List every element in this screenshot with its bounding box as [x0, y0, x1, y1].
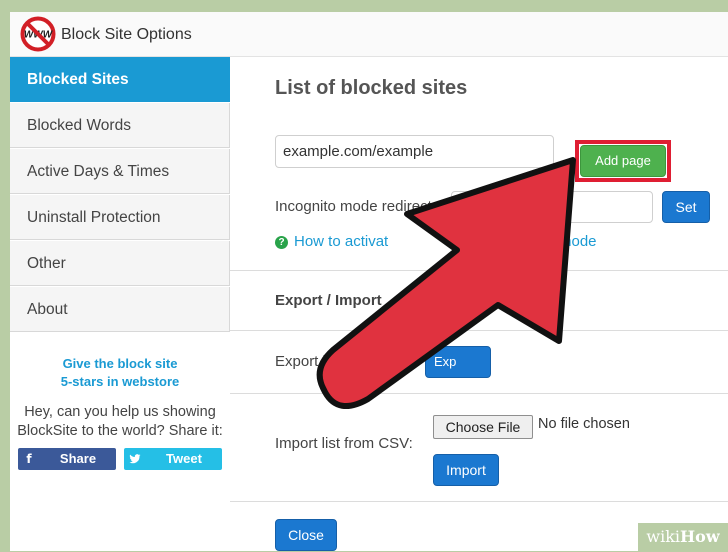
twitter-tweet-label: Tweet [166, 451, 202, 466]
share-prompt-line-2: BlockSite to the world? Share it: [17, 423, 223, 439]
set-button[interactable]: Set [662, 191, 710, 223]
sidebar-item-active-days-times[interactable]: Active Days & Times [10, 149, 230, 194]
section-divider [230, 330, 728, 331]
question-icon: ? [275, 236, 288, 249]
export-label: Export list to [275, 353, 358, 370]
site-url-input[interactable] [275, 135, 554, 168]
import-label: Import list from CSV: [275, 435, 413, 452]
close-button[interactable]: Close [275, 519, 337, 551]
watermark-wiki: wiki [646, 527, 681, 546]
no-file-chosen-text: No file chosen [538, 416, 630, 432]
incognito-redirect-input[interactable] [451, 191, 653, 223]
app-title: Block Site Options [61, 26, 192, 43]
help-link-start: How to activat [294, 233, 389, 250]
sidebar-item-about[interactable]: About [10, 287, 230, 332]
section-divider [230, 393, 728, 394]
incognito-help-link[interactable]: ? How to activat [275, 233, 388, 250]
main-panel: List of blocked sites Add page Incognito… [230, 57, 728, 551]
section-divider [230, 270, 728, 271]
import-button-label: Import [446, 462, 486, 478]
incognito-label: Incognito mode redirect [275, 198, 432, 215]
rate-webstore-link[interactable]: Give the block site 5-stars in webstore [10, 355, 230, 391]
facebook-share-label: Share [59, 451, 97, 466]
section-divider [230, 501, 728, 502]
export-button[interactable]: Exp [425, 346, 491, 378]
share-prompt: Hey, can you help us showing BlockSite t… [10, 403, 230, 441]
twitter-tweet-button[interactable]: Tweet [124, 448, 222, 470]
share-prompt-line-1: Hey, can you help us showing [24, 404, 216, 420]
sidebar-item-blocked-words[interactable]: Blocked Words [10, 103, 230, 148]
block-site-logo-icon: WWW [20, 16, 56, 52]
promo-line-1: Give the block site [62, 356, 178, 371]
sidebar-item-other[interactable]: Other [10, 241, 230, 286]
sidebar: Blocked Sites Blocked Words Active Days … [10, 57, 230, 551]
export-import-title: Export / Import [275, 292, 382, 309]
page-title: List of blocked sites [275, 77, 468, 99]
facebook-share-button[interactable]: f Share [18, 448, 116, 470]
title-bar: WWW Block Site Options [10, 12, 728, 57]
sidebar-item-blocked-sites[interactable]: Blocked Sites [10, 57, 230, 102]
watermark-how: How [680, 527, 720, 546]
facebook-icon: f [26, 452, 32, 466]
import-button[interactable]: Import [433, 454, 499, 486]
wikihow-watermark: wikiHow [638, 523, 728, 551]
sidebar-item-uninstall-protection[interactable]: Uninstall Protection [10, 195, 230, 240]
add-page-button[interactable]: Add page [580, 145, 666, 177]
twitter-icon [124, 448, 146, 470]
choose-file-button[interactable]: Choose File [433, 415, 533, 439]
promo-line-2: 5-stars in webstore [60, 374, 180, 389]
incognito-help-link-end[interactable]: mode [559, 233, 597, 250]
options-window: WWW Block Site Options Blocked Sites Blo… [10, 12, 728, 551]
